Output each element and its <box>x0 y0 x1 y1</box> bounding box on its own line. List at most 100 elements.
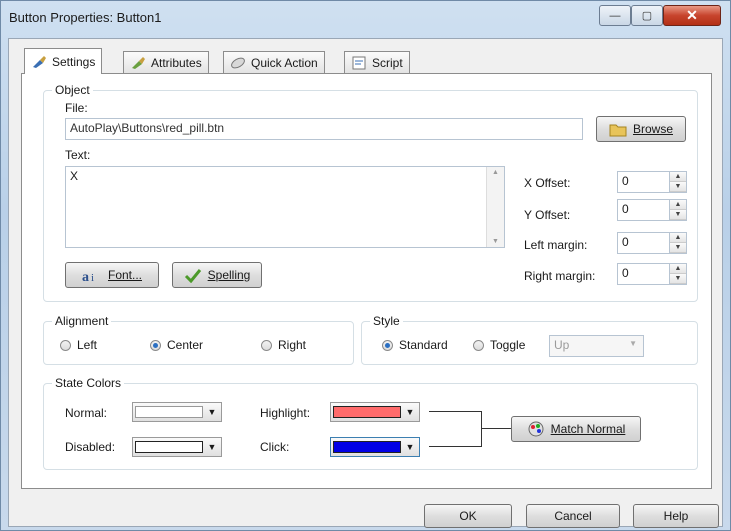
highlight-color-label: Highlight: <box>260 406 311 420</box>
tab-label: Settings <box>52 54 96 69</box>
style-standard-radio[interactable]: Standard <box>382 338 448 352</box>
toggle-state-value: Up <box>554 338 570 352</box>
right-margin-spinner[interactable]: 0 ▲ ▼ <box>617 263 687 285</box>
disabled-color-label: Disabled: <box>65 440 116 454</box>
right-margin-label: Right margin: <box>524 269 596 283</box>
x-offset-spin-buttons[interactable]: ▲ ▼ <box>669 172 686 192</box>
y-offset-spinner[interactable]: 0 ▲ ▼ <box>617 199 687 221</box>
connector-line <box>429 411 481 412</box>
tab-quick-action[interactable]: Quick Action <box>223 51 325 73</box>
close-button[interactable]: ✕ <box>663 5 721 26</box>
y-offset-value: 0 <box>622 202 629 216</box>
left-margin-spin-buttons[interactable]: ▲ ▼ <box>669 233 686 253</box>
disabled-color-picker[interactable]: ▼ <box>132 437 222 457</box>
style-standard-label: Standard <box>399 338 448 352</box>
window-title: Button Properties: Button1 <box>9 10 162 25</box>
scroll-up-icon[interactable]: ▲ <box>487 169 504 176</box>
settings-panel: Object File: AutoPlay\Buttons\red_pill.b… <box>21 73 712 489</box>
normal-color-swatch <box>135 406 203 418</box>
left-margin-value: 0 <box>622 235 629 249</box>
connector-line <box>429 446 481 447</box>
browse-button[interactable]: Browse <box>596 116 686 142</box>
font-button[interactable]: ai Font... <box>65 262 159 288</box>
y-offset-spin-buttons[interactable]: ▲ ▼ <box>669 200 686 220</box>
ok-button[interactable]: OK <box>424 504 512 528</box>
cancel-button[interactable]: Cancel <box>526 504 620 528</box>
minimize-button[interactable]: — <box>599 5 631 26</box>
radio-selected-icon <box>150 339 161 351</box>
spelling-label: Spelling <box>207 268 251 282</box>
font-label: Font... <box>107 268 142 282</box>
tab-label: Script <box>372 55 403 70</box>
text-area-value: X <box>70 169 79 183</box>
font-icon: ai <box>82 270 94 283</box>
brush-icon <box>33 55 46 68</box>
browse-label: Browse <box>632 122 673 136</box>
help-button[interactable]: Help <box>633 504 719 528</box>
right-margin-value: 0 <box>622 266 629 280</box>
y-offset-label: Y Offset: <box>524 208 571 222</box>
tab-attributes[interactable]: Attributes <box>123 51 209 73</box>
click-color-label: Click: <box>260 440 290 454</box>
object-group-label: Object <box>52 83 93 97</box>
toggle-state-select[interactable]: Up ▼ <box>549 335 644 357</box>
align-left-radio[interactable]: Left <box>60 338 97 352</box>
tab-settings[interactable]: Settings <box>24 48 103 74</box>
cancel-label: Cancel <box>554 509 592 523</box>
radio-selected-icon <box>382 339 393 351</box>
text-label: Text: <box>65 148 91 162</box>
maximize-icon: ▢ <box>641 10 653 22</box>
x-offset-spinner[interactable]: 0 ▲ ▼ <box>617 171 687 193</box>
click-color-swatch <box>333 441 401 453</box>
left-margin-label: Left margin: <box>524 238 588 252</box>
right-margin-spin-buttons[interactable]: ▲ ▼ <box>669 264 686 284</box>
x-offset-value: 0 <box>622 174 629 188</box>
align-right-radio[interactable]: Right <box>261 338 306 352</box>
folder-icon <box>609 124 627 137</box>
chevron-down-icon: ▼ <box>207 442 217 452</box>
chevron-down-icon: ▼ <box>405 407 415 417</box>
connector-line <box>481 428 511 429</box>
align-right-label: Right <box>278 338 307 352</box>
close-icon: ✕ <box>686 7 698 23</box>
match-normal-label: Match Normal <box>550 422 626 436</box>
chevron-down-icon: ▼ <box>405 442 415 452</box>
normal-color-label: Normal: <box>65 406 108 420</box>
spelling-button[interactable]: Spelling <box>172 262 262 288</box>
style-group-label: Style <box>370 314 403 328</box>
style-toggle-label: Toggle <box>490 338 526 352</box>
check-icon <box>184 269 201 283</box>
svg-text:a: a <box>82 270 89 283</box>
style-group: Style Standard Toggle Up ▼ <box>361 314 698 365</box>
palette-icon <box>528 421 544 437</box>
align-center-label: Center <box>167 338 204 352</box>
connector-line <box>481 411 482 447</box>
normal-color-picker[interactable]: ▼ <box>132 402 222 422</box>
scroll-down-icon[interactable]: ▼ <box>487 238 504 245</box>
radio-icon <box>261 339 272 351</box>
title-bar[interactable]: Button Properties: Button1 — ▢ ✕ <box>1 1 730 35</box>
lens-icon <box>231 57 245 68</box>
file-input[interactable]: AutoPlay\Buttons\red_pill.btn <box>65 118 583 140</box>
state-colors-group-label: State Colors <box>52 376 125 390</box>
svg-text:i: i <box>91 272 94 283</box>
text-scrollbar[interactable]: ▲ ▼ <box>486 167 504 247</box>
dialog-client: Settings Attributes Quick Action Script … <box>8 38 723 528</box>
file-label: File: <box>65 101 88 115</box>
ok-label: OK <box>459 509 477 523</box>
text-area[interactable]: X ▲ ▼ <box>65 166 505 248</box>
tab-script[interactable]: Script <box>344 51 410 73</box>
maximize-button[interactable]: ▢ <box>631 5 663 26</box>
tab-label: Attributes <box>151 55 202 70</box>
left-margin-spinner[interactable]: 0 ▲ ▼ <box>617 232 687 254</box>
align-center-radio[interactable]: Center <box>150 338 203 352</box>
x-offset-label: X Offset: <box>524 176 571 190</box>
brush-icon <box>132 56 145 69</box>
highlight-color-picker[interactable]: ▼ <box>330 402 420 422</box>
chevron-down-icon: ▼ <box>207 407 217 417</box>
match-normal-button[interactable]: Match Normal <box>511 416 641 442</box>
style-toggle-radio[interactable]: Toggle <box>473 338 525 352</box>
click-color-picker[interactable]: ▼ <box>330 437 420 457</box>
alignment-group: Alignment Left Center Right <box>43 314 354 365</box>
script-icon <box>352 56 366 69</box>
